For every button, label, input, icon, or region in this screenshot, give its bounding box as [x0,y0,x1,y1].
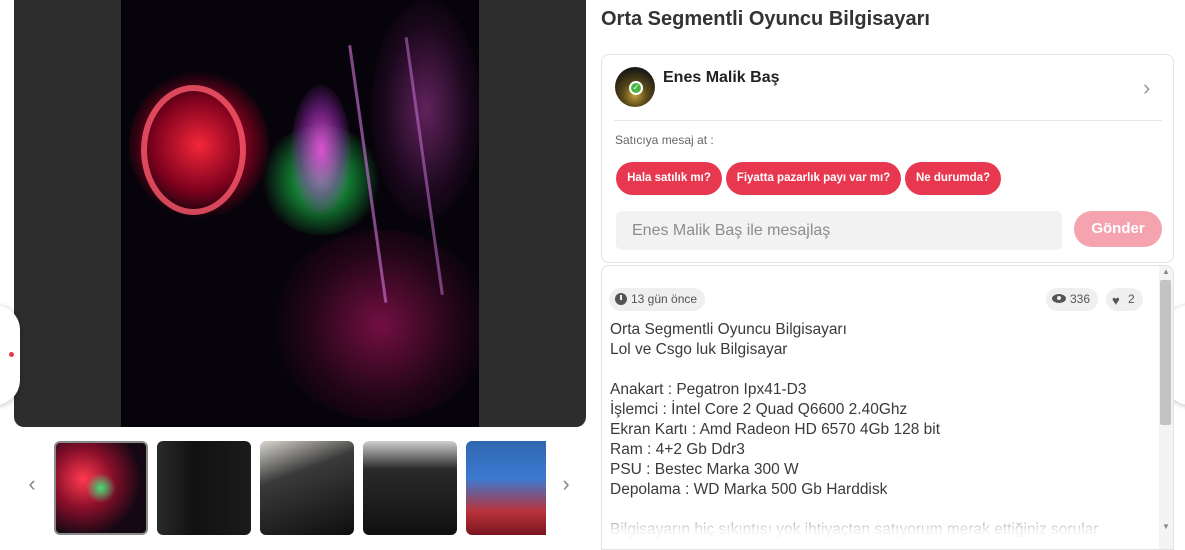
thumbnail-next-icon[interactable]: › [556,472,576,496]
quick-reply-button[interactable]: Fiyatta pazarlık payı var mı? [726,162,901,195]
thumbnail-prev-icon[interactable]: ‹ [22,472,42,496]
thumbnail-4[interactable] [363,441,457,535]
message-input[interactable] [616,211,1062,250]
posted-date-badge: 13 gün önce [609,288,706,311]
scroll-down-icon[interactable]: ▼ [1162,522,1170,531]
main-photo-image [121,0,479,427]
chevron-right-icon[interactable]: › [1143,75,1150,101]
seller-card: ✓ Enes Malik Baş › Satıcıya mesaj at : H… [601,54,1174,263]
posted-date: 13 gün önce [631,292,698,306]
verified-check-icon: ✓ [629,81,643,95]
gallery-indicator-dot [9,352,14,357]
page-title: Orta Segmentli Oyuncu Bilgisayarı [601,8,930,30]
thumbnail-5[interactable] [466,441,546,535]
divider [614,120,1162,121]
clock-icon [615,293,627,305]
description-fade [603,506,1158,549]
quick-reply-button[interactable]: Ne durumda? [905,162,1001,195]
seller-name[interactable]: Enes Malik Baş [663,69,780,87]
thumbnail-1[interactable] [54,441,148,535]
thumbnail-3[interactable] [260,441,354,535]
scroll-up-icon[interactable]: ▲ [1162,267,1170,276]
heart-icon: ♥ [1112,293,1120,308]
views-count: 336 [1070,292,1091,306]
scrollbar-thumb[interactable] [1160,280,1171,425]
send-button[interactable]: Gönder [1074,211,1162,247]
thumbnail-strip: ‹ › [0,438,590,538]
message-label: Satıcıya mesaj at : [615,133,714,147]
main-photo[interactable] [14,0,586,427]
gallery-prev-button[interactable] [0,305,20,405]
thumbnail-2[interactable] [157,441,251,535]
quick-reply-button[interactable]: Hala satılık mı? [616,162,722,195]
description-panel: 13 gün önce 336 ♥ 2 Orta Segmentli Oyuncu… [601,265,1174,550]
likes-badge[interactable]: ♥ 2 [1106,288,1143,311]
views-badge: 336 [1046,288,1099,311]
likes-count: 2 [1128,292,1135,306]
eye-icon [1052,294,1066,303]
